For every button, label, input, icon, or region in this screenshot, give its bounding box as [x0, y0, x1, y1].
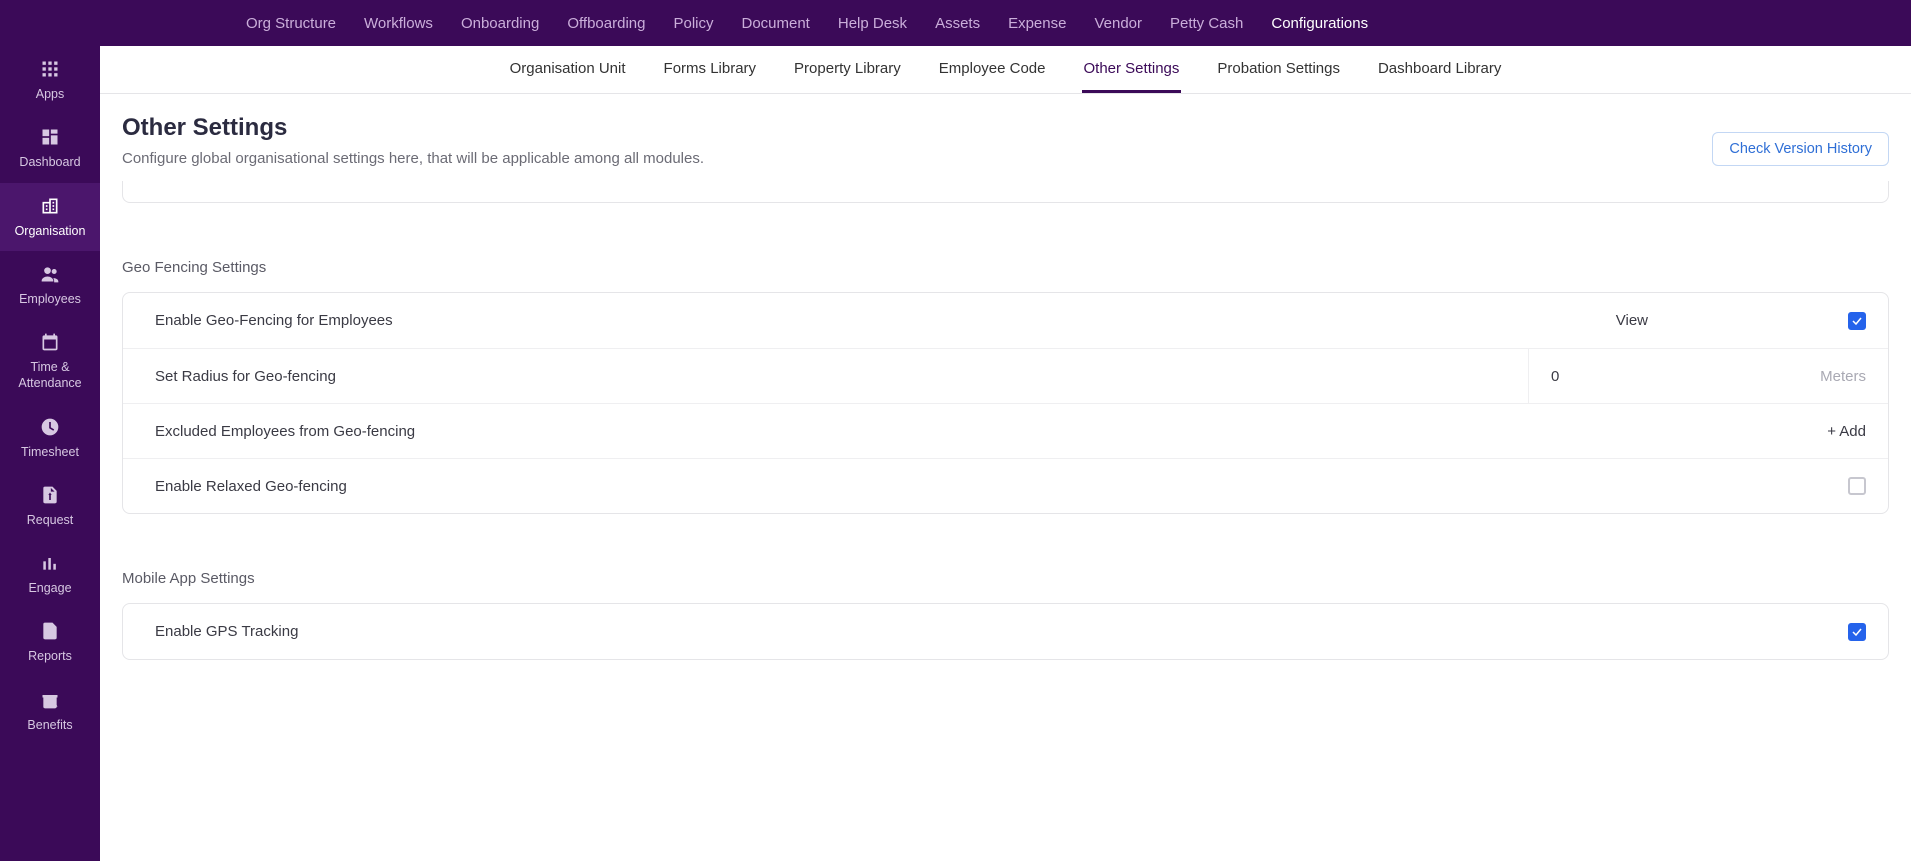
radius-value: 0	[1551, 368, 1559, 385]
sidebar-item-apps[interactable]: Apps	[0, 46, 100, 114]
radius-input-group[interactable]: 0 Meters	[1528, 349, 1888, 403]
tab-forms-library[interactable]: Forms Library	[662, 46, 759, 93]
row-label: Set Radius for Geo-fencing	[155, 368, 1528, 385]
radius-unit: Meters	[1820, 368, 1866, 385]
sidebar-item-employees[interactable]: Employees	[0, 251, 100, 319]
topnav-org-structure[interactable]: Org Structure	[246, 15, 336, 32]
topnav-petty-cash[interactable]: Petty Cash	[1170, 15, 1243, 32]
sidebar-item-label: Apps	[36, 86, 65, 102]
dashboard-icon	[39, 126, 61, 148]
sidebar-item-label: Timesheet	[21, 444, 79, 460]
row-label: Enable Relaxed Geo-fencing	[155, 478, 1848, 495]
previous-card-bottom	[122, 181, 1889, 203]
topnav-workflows[interactable]: Workflows	[364, 15, 433, 32]
topnav-configurations[interactable]: Configurations	[1271, 15, 1368, 32]
employees-icon	[39, 263, 61, 285]
row-label: Enable Geo-Fencing for Employees	[155, 312, 1616, 329]
sidebar-item-label: Time & Attendance	[4, 359, 96, 392]
sidebar-item-label: Dashboard	[19, 154, 80, 170]
time-attendance-icon	[39, 331, 61, 353]
check-version-history-button[interactable]: Check Version History	[1712, 132, 1889, 166]
sidebar-item-request[interactable]: Request	[0, 472, 100, 540]
request-icon	[39, 484, 61, 506]
timesheet-icon	[39, 416, 61, 438]
sidebar-item-reports[interactable]: Reports	[0, 608, 100, 676]
engage-icon	[39, 552, 61, 574]
topnav-onboarding[interactable]: Onboarding	[461, 15, 539, 32]
topnav-help-desk[interactable]: Help Desk	[838, 15, 907, 32]
row-label: Excluded Employees from Geo-fencing	[155, 423, 1827, 440]
checkbox-enable-geo-fencing[interactable]	[1848, 312, 1866, 330]
topnav-policy[interactable]: Policy	[673, 15, 713, 32]
checkbox-enable-relaxed-geo-fencing[interactable]	[1848, 477, 1866, 495]
row-excluded-employees: Excluded Employees from Geo-fencing + Ad…	[123, 403, 1888, 458]
sidebar-item-label: Employees	[19, 291, 81, 307]
sub-nav: Organisation Unit Forms Library Property…	[100, 46, 1911, 94]
row-enable-relaxed-geo-fencing: Enable Relaxed Geo-fencing	[123, 458, 1888, 513]
topnav-document[interactable]: Document	[741, 15, 809, 32]
sidebar-item-dashboard[interactable]: Dashboard	[0, 114, 100, 182]
sidebar-item-organisation[interactable]: Organisation	[0, 183, 100, 251]
benefits-icon	[39, 689, 61, 711]
sidebar-item-benefits[interactable]: Benefits	[0, 677, 100, 745]
tab-other-settings[interactable]: Other Settings	[1082, 46, 1182, 93]
section-title-mobile-app: Mobile App Settings	[122, 570, 1889, 587]
row-enable-geo-fencing: Enable Geo-Fencing for Employees View	[123, 293, 1888, 348]
page-description: Configure global organisational settings…	[122, 150, 704, 167]
tab-organisation-unit[interactable]: Organisation Unit	[508, 46, 628, 93]
apps-icon	[39, 58, 61, 80]
row-enable-gps-tracking: Enable GPS Tracking	[123, 604, 1888, 659]
add-link[interactable]: + Add	[1827, 423, 1866, 440]
row-set-radius: Set Radius for Geo-fencing 0 Meters	[123, 348, 1888, 403]
geo-fencing-card: Enable Geo-Fencing for Employees View Se…	[122, 292, 1889, 514]
topnav-offboarding[interactable]: Offboarding	[567, 15, 645, 32]
page-header: Other Settings Configure global organisa…	[122, 114, 1889, 167]
top-nav: Org Structure Workflows Onboarding Offbo…	[0, 0, 1911, 46]
tab-property-library[interactable]: Property Library	[792, 46, 903, 93]
sidebar: Apps Dashboard Organisation Employees Ti…	[0, 0, 100, 861]
checkbox-enable-gps-tracking[interactable]	[1848, 623, 1866, 641]
tab-dashboard-library[interactable]: Dashboard Library	[1376, 46, 1503, 93]
sidebar-item-engage[interactable]: Engage	[0, 540, 100, 608]
organisation-icon	[39, 195, 61, 217]
sidebar-item-label: Organisation	[15, 223, 86, 239]
view-link[interactable]: View	[1616, 312, 1648, 329]
sidebar-item-label: Engage	[28, 580, 71, 596]
sidebar-item-label: Reports	[28, 648, 72, 664]
sidebar-item-timesheet[interactable]: Timesheet	[0, 404, 100, 472]
topnav-assets[interactable]: Assets	[935, 15, 980, 32]
topnav-vendor[interactable]: Vendor	[1094, 15, 1142, 32]
tab-probation-settings[interactable]: Probation Settings	[1215, 46, 1342, 93]
sidebar-item-label: Benefits	[27, 717, 72, 733]
tab-employee-code[interactable]: Employee Code	[937, 46, 1048, 93]
sidebar-item-label: Request	[27, 512, 74, 528]
row-label: Enable GPS Tracking	[155, 623, 1848, 640]
main-content: Other Settings Configure global organisa…	[100, 0, 1911, 700]
reports-icon	[39, 620, 61, 642]
page-title: Other Settings	[122, 114, 704, 142]
sidebar-item-time-attendance[interactable]: Time & Attendance	[0, 319, 100, 404]
section-title-geo-fencing: Geo Fencing Settings	[122, 259, 1889, 276]
topnav-expense[interactable]: Expense	[1008, 15, 1066, 32]
mobile-app-card: Enable GPS Tracking	[122, 603, 1889, 660]
